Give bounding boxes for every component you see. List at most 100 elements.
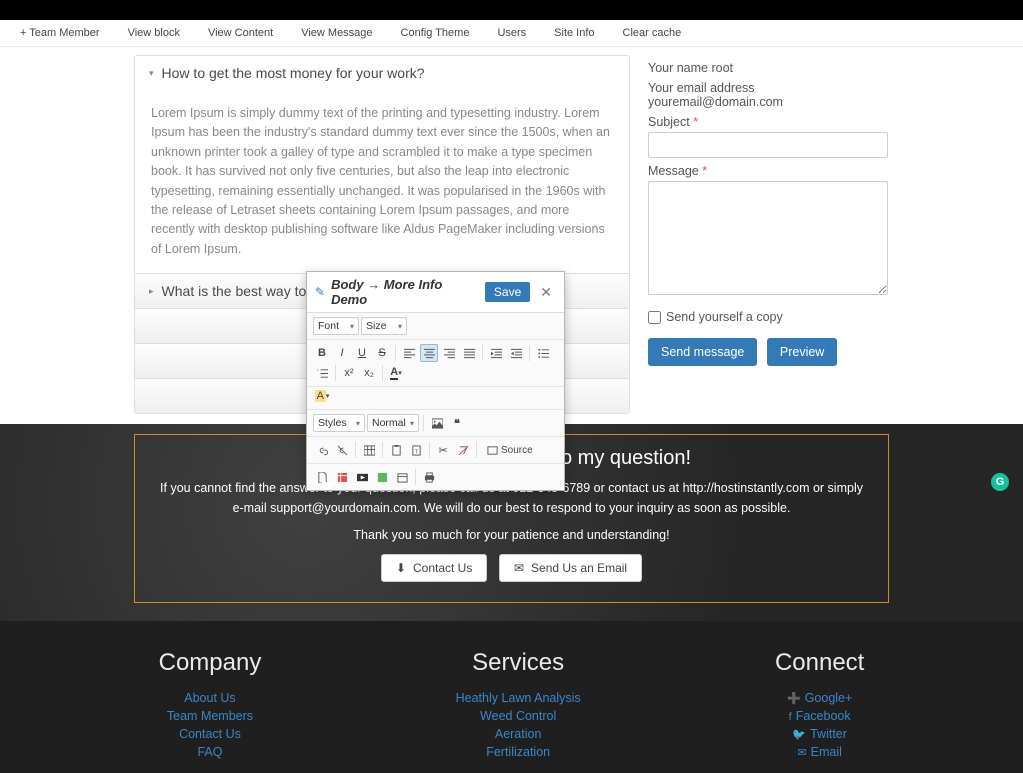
blockquote-button[interactable]: ❝: [448, 414, 466, 432]
image-button[interactable]: [428, 414, 446, 432]
svg-text:1: 1: [317, 368, 319, 372]
footer-connect: Connect ➕Google+ fFacebook 🐦Twitter ✉Ema…: [775, 649, 864, 761]
align-right-button[interactable]: [440, 344, 458, 362]
bullet-list-button[interactable]: [534, 344, 552, 362]
cta-thanks: Thank you so much for your patience and …: [159, 528, 864, 542]
new-page-button[interactable]: [313, 468, 331, 486]
print-button[interactable]: [420, 468, 438, 486]
paste-button[interactable]: [387, 441, 405, 459]
menu-site-info[interactable]: Site Info: [542, 20, 606, 46]
save-draft-button[interactable]: [373, 468, 391, 486]
superscript-button[interactable]: x²: [340, 364, 358, 382]
cta-email-button[interactable]: ✉ Send Us an Email: [499, 554, 642, 582]
message-textarea[interactable]: [648, 181, 888, 295]
menu-view-content[interactable]: View Content: [196, 20, 285, 46]
footer-faq[interactable]: FAQ: [159, 743, 262, 761]
email-icon: ✉: [797, 747, 806, 759]
caret-down-icon: ▾: [149, 68, 154, 79]
media-button[interactable]: [353, 468, 371, 486]
toolbar-row-2b: A▾: [307, 387, 564, 410]
bg-color-button[interactable]: A▾: [313, 387, 331, 405]
toolbar-row-5: [307, 464, 564, 490]
menu-clear-cache[interactable]: Clear cache: [611, 20, 694, 46]
paste-text-button[interactable]: T: [407, 441, 425, 459]
download-icon: ⬇: [396, 561, 406, 575]
source-button[interactable]: Source: [481, 441, 539, 459]
footer-lawn[interactable]: Heathly Lawn Analysis: [456, 689, 581, 707]
unlink-button[interactable]: [333, 441, 351, 459]
align-center-button[interactable]: [420, 344, 438, 362]
toolbar-row-1: Font Size: [307, 313, 564, 340]
toolbar-row-2: B I U S 1 x² x₂ A▾: [307, 340, 564, 387]
send-message-button[interactable]: Send message: [648, 338, 757, 366]
table-button[interactable]: [360, 441, 378, 459]
footer-fb[interactable]: fFacebook: [775, 707, 864, 725]
pencil-icon: ✎: [315, 285, 325, 299]
styles-select[interactable]: Styles: [313, 414, 365, 432]
subject-input[interactable]: [648, 132, 888, 158]
toolbar-row-4: T ✂ Source: [307, 437, 564, 464]
number-list-button[interactable]: 1: [313, 364, 331, 382]
email-label: Your email address youremail@domain.com: [648, 81, 888, 109]
editor-title: Body → More Info Demo: [331, 277, 479, 307]
footer-services-title: Services: [456, 649, 581, 677]
footer-about[interactable]: About Us: [159, 689, 262, 707]
align-justify-button[interactable]: [460, 344, 478, 362]
indent-left-button[interactable]: [487, 344, 505, 362]
footer-services: Services Heathly Lawn Analysis Weed Cont…: [456, 649, 581, 761]
toolbar-row-3: Styles Normal ❝: [307, 410, 564, 437]
subscript-button[interactable]: x₂: [360, 364, 378, 382]
footer-tw[interactable]: 🐦Twitter: [775, 725, 864, 743]
faq-answer-1: Lorem Ipsum is simply dummy text of the …: [135, 90, 629, 273]
gplus-icon: ➕: [787, 693, 801, 705]
subject-label: Subject *: [648, 115, 888, 129]
cut-button[interactable]: ✂: [434, 441, 452, 459]
footer-connect-title: Connect: [775, 649, 864, 677]
templates-button[interactable]: [333, 468, 351, 486]
strike-button[interactable]: S: [373, 344, 391, 362]
top-black-bar: [0, 0, 1023, 20]
footer-aeration[interactable]: Aeration: [456, 725, 581, 743]
format-select[interactable]: Normal: [367, 414, 419, 432]
send-copy-checkbox[interactable]: [648, 311, 661, 324]
preview-button[interactable]: Preview: [767, 338, 837, 366]
twitter-icon: 🐦: [792, 729, 806, 741]
editor-close-button[interactable]: ✕: [536, 284, 556, 301]
menu-config-theme[interactable]: Config Theme: [389, 20, 482, 46]
caret-right-icon: ▸: [149, 286, 154, 297]
italic-button[interactable]: I: [333, 344, 351, 362]
message-label: Message *: [648, 164, 888, 178]
link-button[interactable]: [313, 441, 331, 459]
calendar-button[interactable]: [393, 468, 411, 486]
site-footer: Company About Us Team Members Contact Us…: [0, 621, 1023, 773]
text-color-button[interactable]: A▾: [387, 364, 405, 382]
footer-em[interactable]: ✉Email: [775, 743, 864, 761]
footer-weed[interactable]: Weed Control: [456, 707, 581, 725]
cta-contact-button[interactable]: ⬇ Contact Us: [381, 554, 487, 582]
indent-right-button[interactable]: [507, 344, 525, 362]
grammarly-badge-icon[interactable]: G: [991, 473, 1009, 491]
bold-button[interactable]: B: [313, 344, 331, 362]
footer-contact[interactable]: Contact Us: [159, 725, 262, 743]
underline-button[interactable]: U: [353, 344, 371, 362]
menu-view-block[interactable]: View block: [116, 20, 192, 46]
editor-save-button[interactable]: Save: [485, 282, 530, 302]
align-left-button[interactable]: [400, 344, 418, 362]
menu-team-member[interactable]: + Team Member: [8, 20, 112, 46]
send-copy-label: Send yourself a copy: [666, 310, 783, 324]
main-container: ▾ How to get the most money for your wor…: [134, 47, 889, 414]
font-select[interactable]: Font: [313, 317, 359, 335]
menu-users[interactable]: Users: [485, 20, 538, 46]
menu-view-message[interactable]: View Message: [289, 20, 384, 46]
footer-gplus[interactable]: ➕Google+: [775, 689, 864, 707]
contact-form: Your name root Your email address yourem…: [648, 55, 888, 366]
svg-text:T: T: [414, 449, 418, 455]
footer-team[interactable]: Team Members: [159, 707, 262, 725]
remove-format-button[interactable]: [454, 441, 472, 459]
footer-company: Company About Us Team Members Contact Us…: [159, 649, 262, 761]
faq-question-1: How to get the most money for your work?: [162, 65, 425, 81]
admin-menu: + Team Member View block View Content Vi…: [0, 20, 1023, 47]
faq-header-1[interactable]: ▾ How to get the most money for your wor…: [135, 56, 629, 90]
size-select[interactable]: Size: [361, 317, 407, 335]
footer-fert[interactable]: Fertilization: [456, 743, 581, 761]
